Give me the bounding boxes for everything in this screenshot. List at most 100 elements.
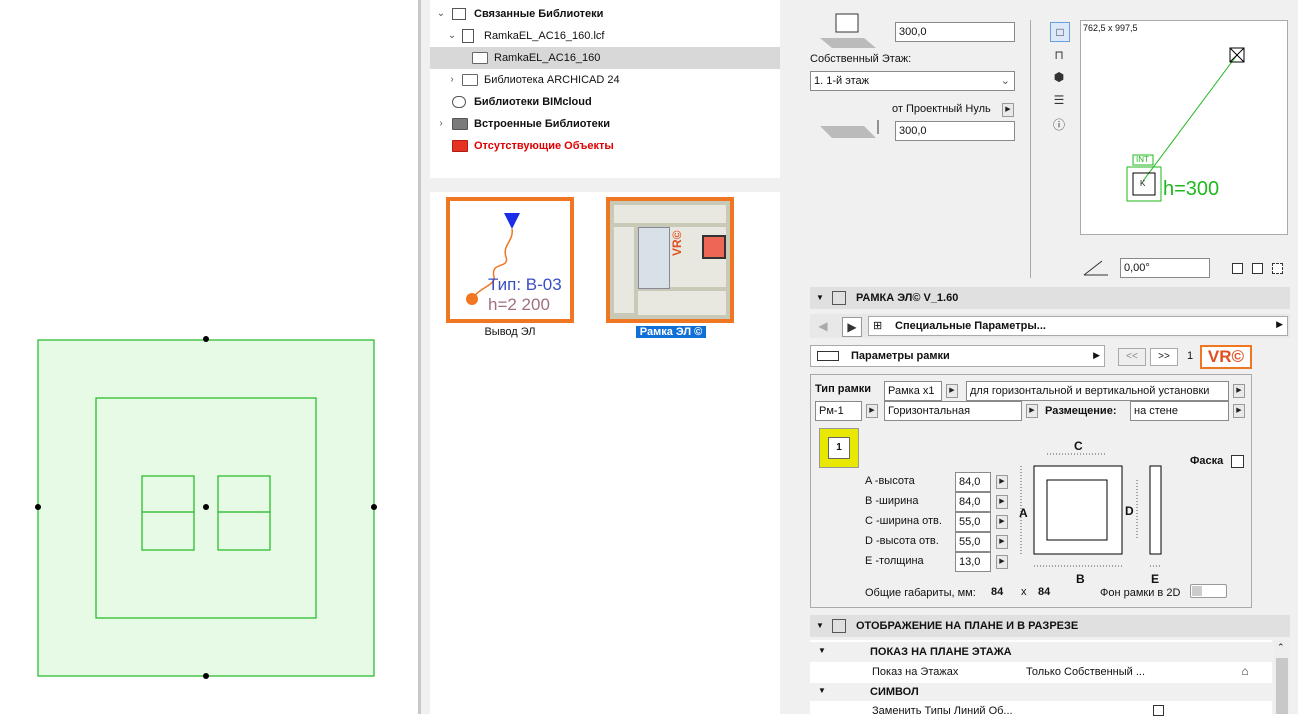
next-param-page-button[interactable]: >> — [1150, 348, 1178, 366]
scrollbar-thumb[interactable] — [1276, 658, 1288, 714]
offset-input[interactable]: 300,0 — [895, 121, 1015, 141]
library-tree[interactable]: ⌄ Связанные Библиотеки ⌄ RamkaEL_AC16_16… — [430, 0, 780, 178]
3d-view-icon[interactable]: ⬢ — [1050, 68, 1068, 86]
dim-a-input[interactable]: 84,0 — [955, 472, 991, 492]
flip-checkbox[interactable] — [1252, 263, 1263, 274]
thumb-height-text: h=2 200 — [488, 295, 550, 314]
frame-code-menu-button[interactable]: ▶ — [866, 404, 878, 418]
param-group-select[interactable]: ⊞ Специальные Параметры... ▶ — [868, 316, 1288, 336]
reference-menu-button[interactable]: ▶ — [1002, 103, 1014, 117]
subheader-floor-plan-row[interactable]: ▼ ПОКАЗ НА ПЛАНЕ ЭТАЖА — [810, 642, 1272, 662]
tree-label: Отсутствующие Объекты — [474, 140, 614, 152]
display-section-title: ОТОБРАЖЕНИЕ НА ПЛАНЕ И В РАЗРЕЗЕ — [856, 620, 1079, 632]
diagram-label-b: B — [1076, 572, 1085, 586]
dim-b-label: B -ширина — [865, 495, 919, 507]
dim-b-menu-button[interactable]: ▶ — [996, 495, 1008, 509]
dim-e-menu-button[interactable]: ▶ — [996, 555, 1008, 569]
dim-a-label: A -высота — [865, 475, 915, 487]
floor-plan-canvas[interactable] — [0, 0, 418, 714]
prev-page-icon[interactable]: ◀ — [814, 317, 832, 335]
tree-label: Встроенные Библиотеки — [474, 118, 611, 130]
tree-label: Библиотека ARCHICAD 24 — [484, 74, 620, 86]
thumbnail-output[interactable]: Тип: В-03 h=2 200 — [446, 197, 574, 323]
overall-x-text: x — [1021, 586, 1027, 598]
folder-icon — [452, 118, 468, 130]
frame-type-input[interactable]: Рамка х1 — [884, 381, 942, 401]
chevron-down-icon[interactable]: ⌄ — [436, 3, 446, 25]
tree-item-builtin[interactable]: › Встроенные Библиотеки — [430, 113, 780, 135]
frame-dimension-diagram — [1020, 453, 1162, 567]
thumbnail-frame[interactable]: VR© — [606, 197, 734, 323]
chamfer-label: Фаска — [1190, 455, 1224, 467]
subheader-symbol-row[interactable]: ▼ СИМВОЛ — [810, 683, 1272, 701]
chevron-right-icon[interactable]: › — [447, 69, 457, 91]
collapse-icon[interactable]: ▼ — [818, 686, 826, 695]
params-header-select[interactable]: Параметры рамки ▶ — [810, 345, 1105, 367]
orientation-menu-button[interactable]: ▶ — [1026, 404, 1038, 418]
frame-type-menu-button[interactable]: ▶ — [946, 384, 958, 398]
preview-height-text: h=300 — [1163, 178, 1220, 200]
frame-code-input[interactable]: Рм-1 — [815, 401, 862, 421]
placement-menu-button[interactable]: ▶ — [1233, 404, 1245, 418]
dim-a-menu-button[interactable]: ▶ — [996, 475, 1008, 489]
chevron-right-icon[interactable]: › — [436, 113, 446, 135]
preview-int-text: INT — [1136, 155, 1149, 164]
next-page-icon[interactable]: ▶ — [842, 317, 862, 337]
collapse-icon[interactable]: ▼ — [818, 646, 826, 655]
scroll-up-icon[interactable]: ⌃ — [1277, 642, 1285, 653]
prev-param-page-button[interactable]: << — [1118, 348, 1146, 366]
tree-item-missing[interactable]: Отсутствующие Объекты — [430, 135, 780, 157]
frame-plan-drawing[interactable] — [0, 0, 418, 714]
collapse-icon[interactable]: ▼ — [816, 287, 824, 309]
overall-width-value: 84 — [991, 586, 1004, 598]
plan-view-icon[interactable]: □ — [1050, 22, 1070, 42]
offset-icon — [820, 120, 879, 138]
info-icon[interactable]: ⓘ — [1050, 116, 1068, 134]
object-icon — [832, 291, 846, 305]
hotspot-top — [203, 336, 209, 342]
reset-checkbox[interactable] — [1272, 263, 1283, 274]
dim-c-menu-button[interactable]: ▶ — [996, 515, 1008, 529]
scrollbar[interactable]: ⌃ — [1274, 640, 1290, 714]
diagram-label-a: A — [1019, 506, 1028, 520]
preview-box[interactable]: 762,5 x 997,5 INT K h=300 — [1080, 20, 1288, 235]
tree-item-linked[interactable]: ⌄ Связанные Библиотеки — [430, 3, 780, 25]
dim-d-menu-button[interactable]: ▶ — [996, 535, 1008, 549]
tree-item-lcf[interactable]: ⌄ RamkaEL_AC16_160.lcf — [430, 25, 780, 47]
orientation-input[interactable]: Горизонтальная — [884, 401, 1022, 421]
tree-item-bimcloud[interactable]: Библиотеки BIMcloud — [430, 91, 780, 113]
chevron-down-icon[interactable]: ⌄ — [447, 25, 457, 47]
chamfer-checkbox[interactable] — [1231, 455, 1244, 468]
frame-count-badge[interactable]: 1 — [819, 428, 859, 468]
dim-e-input[interactable]: 13,0 — [955, 552, 991, 572]
display-section-header[interactable]: ▼ ОТОБРАЖЕНИЕ НА ПЛАНЕ И В РАЗРЕЗЕ — [810, 615, 1290, 637]
library-thumbnails[interactable]: Тип: В-03 h=2 200 Вывод ЭЛ VR© Рамка ЭЛ … — [430, 192, 780, 714]
dim-d-input[interactable]: 55,0 — [955, 532, 991, 552]
installation-input[interactable]: для горизонтальной и вертикальной устано… — [966, 381, 1229, 401]
section-view-icon[interactable]: ⊓ — [1050, 46, 1068, 64]
override-linetypes-label: Заменить Типы Линий Об... — [872, 705, 1013, 717]
tree-item-archicad[interactable]: › Библиотека ARCHICAD 24 — [430, 69, 780, 91]
diagram-label-d: D — [1125, 504, 1134, 518]
floor-select[interactable]: 1. 1-й этаж ⌄ — [810, 71, 1015, 91]
thumb-badge: VR© — [670, 230, 684, 256]
background-2d-label: Фон рамки в 2D — [1100, 587, 1181, 599]
dim-b-input[interactable]: 84,0 — [955, 492, 991, 512]
dim-c-input[interactable]: 55,0 — [955, 512, 991, 532]
installation-menu-button[interactable]: ▶ — [1233, 384, 1245, 398]
mirror-checkbox[interactable] — [1232, 263, 1243, 274]
subheader-symbol: СИМВОЛ — [870, 686, 919, 698]
background-2d-toggle[interactable] — [1190, 584, 1227, 598]
placement-input[interactable]: на стене — [1130, 401, 1229, 421]
folder-icon — [462, 74, 478, 86]
collapse-icon[interactable]: ▼ — [816, 615, 824, 637]
linked-icon: ⌂ — [1241, 664, 1249, 678]
override-linetypes-checkbox[interactable] — [1153, 705, 1164, 716]
object-section-header[interactable]: ▼ РАМКА ЭЛ© V_1.60 — [810, 287, 1290, 309]
angle-input[interactable]: 0,00° — [1120, 258, 1210, 278]
height-input[interactable]: 300,0 — [895, 22, 1015, 42]
show-on-floors-value[interactable]: Только Собственный ... — [1026, 666, 1145, 678]
tree-item-folder-selected[interactable]: RamkaEL_AC16_160 — [430, 47, 780, 69]
file-icon — [462, 29, 474, 43]
elevation-view-icon[interactable]: ☰ — [1050, 91, 1068, 109]
